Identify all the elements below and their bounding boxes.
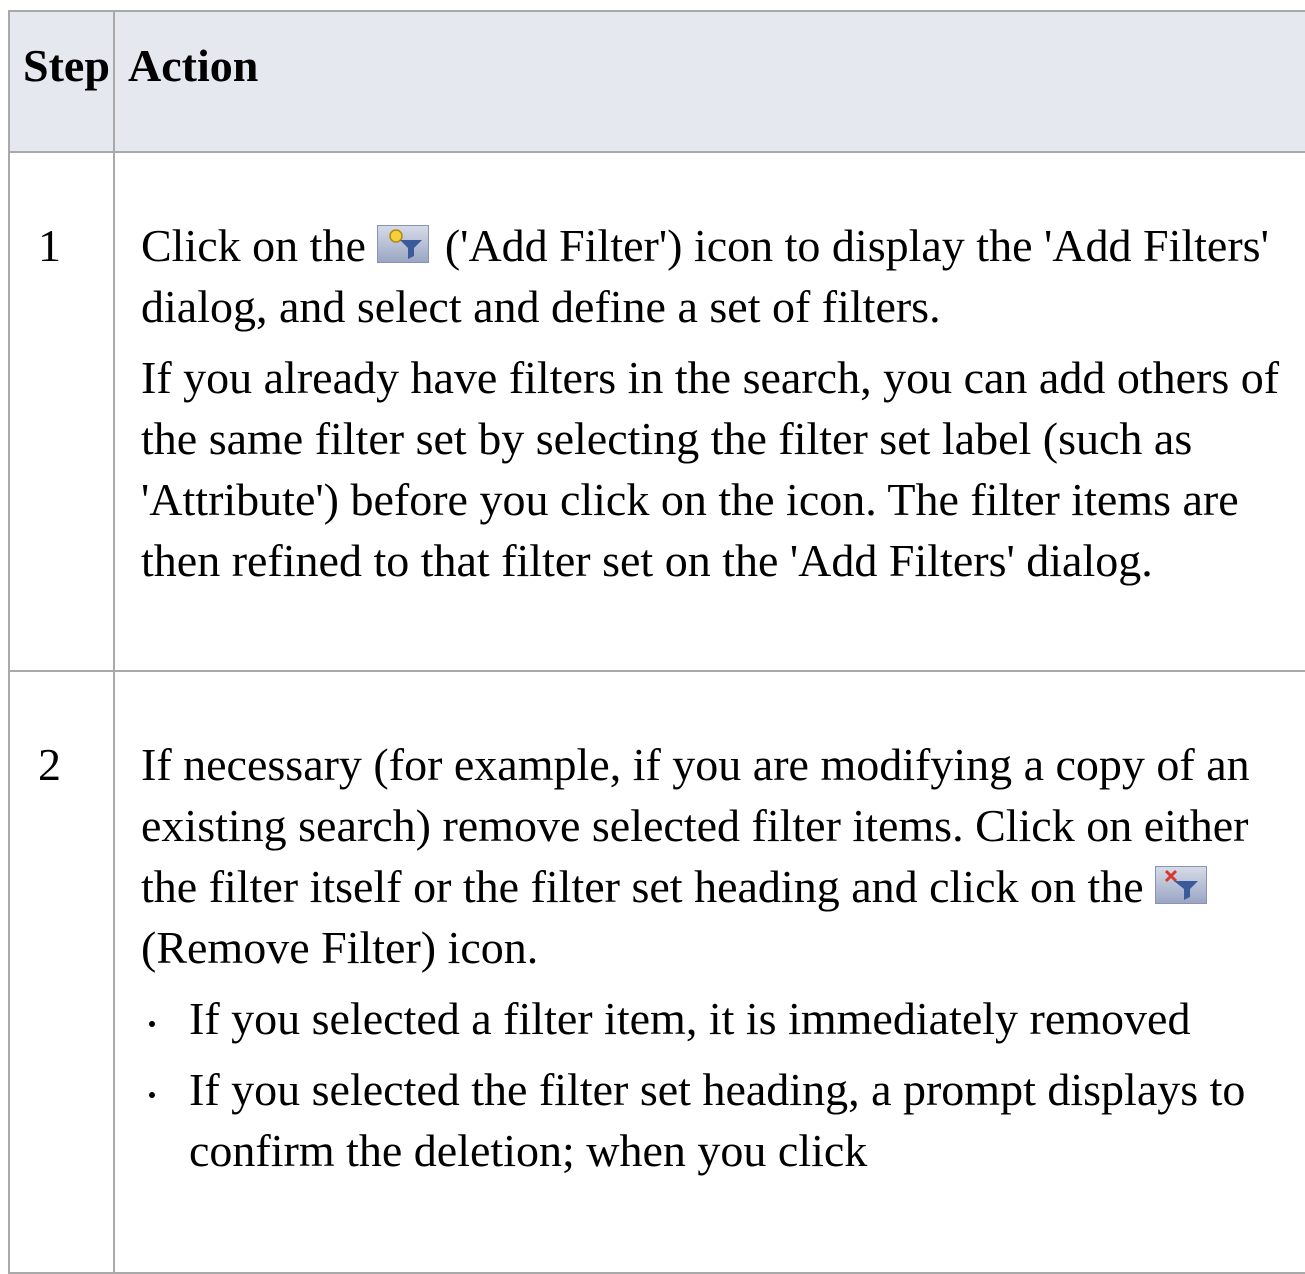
action-text: If necessary (for example, if you are mo…	[141, 739, 1250, 912]
add-filter-icon	[377, 225, 430, 263]
action-text: (Remove Filter) icon.	[141, 922, 539, 973]
action-cell: Click on the ('Add Filter') icon to disp…	[115, 153, 1305, 670]
steps-table: Step Action 1 Click on the ('Add Filter'…	[8, 10, 1305, 1274]
step-column-header: Step	[10, 12, 115, 151]
action-paragraph: If you already have filters in the searc…	[141, 352, 1280, 586]
table-row: 1 Click on the ('Add Filter') icon to di…	[10, 153, 1305, 672]
action-text: Click on the	[141, 220, 366, 271]
bullet-list: If you selected a filter item, it is imm…	[141, 988, 1305, 1181]
table-header-row: Step Action	[10, 12, 1305, 153]
action-paragraph: If necessary (for example, if you are mo…	[141, 734, 1305, 978]
step-number: 1	[10, 153, 115, 670]
action-column-header: Action	[128, 40, 259, 91]
list-item: If you selected a filter item, it is imm…	[149, 988, 1305, 1049]
remove-filter-icon	[1155, 866, 1208, 904]
list-item: If you selected the filter set heading, …	[149, 1059, 1305, 1181]
table-row: 2 If necessary (for example, if you are …	[10, 672, 1305, 1274]
action-paragraph: Click on the ('Add Filter') icon to disp…	[141, 215, 1305, 337]
action-cell: If necessary (for example, if you are mo…	[115, 672, 1305, 1272]
step-number: 2	[10, 672, 115, 1272]
